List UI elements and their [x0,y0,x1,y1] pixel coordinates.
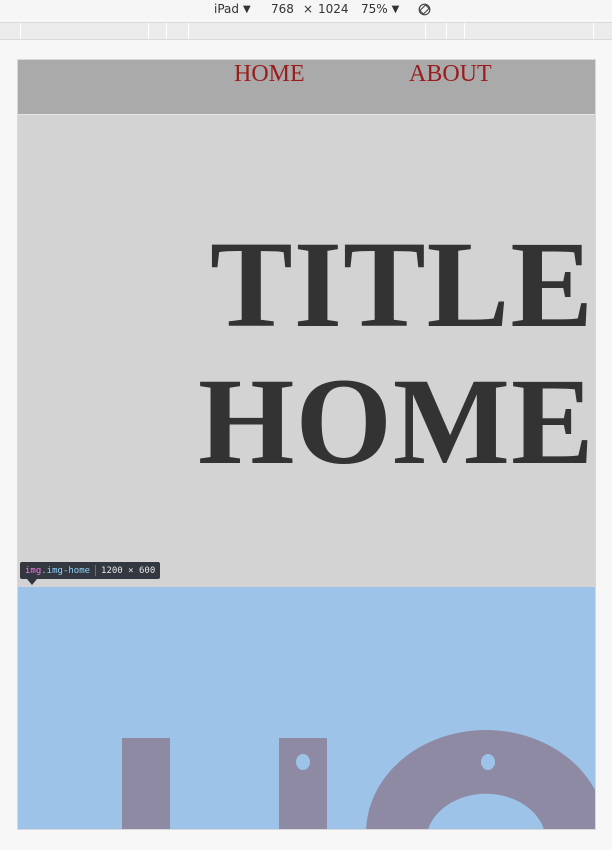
tooltip-classname: .img-home [41,565,91,576]
zoom-value: 75% [361,2,388,16]
rotate-button[interactable] [416,0,432,18]
viewport-width-input[interactable]: 768 [271,0,294,18]
nav-link-about[interactable]: ABOUT [409,60,492,88]
device-viewport: HOME ABOUT TITLE HOME [18,60,595,829]
ruler-mark [188,23,189,39]
inspector-tooltip: img .img-home 1200 × 600 [20,562,161,579]
zoom-select[interactable]: 75% ▼ [361,0,399,18]
ruler-mark [148,23,149,39]
ruler-mark [20,23,21,39]
home-image-graphic [122,730,595,829]
chevron-down-icon: ▼ [391,3,400,15]
tooltip-tag: img [25,565,42,576]
tooltip-divider [95,565,97,576]
nav-link-home[interactable]: HOME [234,60,305,88]
viewport-height-input[interactable]: 1024 [318,0,349,18]
ruler-mark [166,23,167,39]
dimension-separator: × [303,2,314,16]
hero-title-line2: HOME [198,353,595,490]
tooltip-dimensions: 1200 × 600 [101,565,156,576]
ruler-mark [464,23,465,39]
device-toolbar: iPad ▼ 768 × 1024 75% ▼ [0,0,612,18]
hero-title-line1: TITLE [210,216,595,353]
ruler-mark [593,23,594,39]
device-name: iPad [214,2,240,16]
rotate-icon [418,3,430,15]
device-select[interactable]: iPad ▼ [214,0,251,18]
chevron-down-icon: ▼ [243,3,251,15]
img-home [18,587,595,829]
ruler-mark [425,23,426,39]
ruler-mark [446,23,447,39]
tooltip-arrow [27,579,37,585]
hero-section: TITLE HOME [18,114,595,588]
site-nav: HOME ABOUT [18,60,595,114]
media-query-ruler[interactable] [0,22,612,40]
